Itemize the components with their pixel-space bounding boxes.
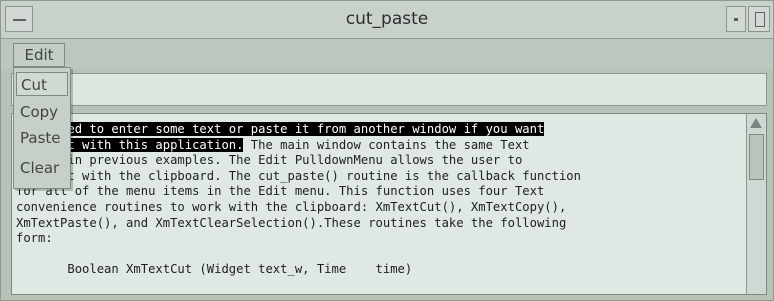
text-line: periment with this application. The main… <box>16 137 530 152</box>
menu-item-paste[interactable]: Paste <box>16 126 68 150</box>
text-selection: you need to enter some text or paste it … <box>16 122 545 136</box>
text-line: XmTextPaste(), and XmTextClearSelection(… <box>16 215 567 230</box>
text-area-content[interactable]: you need to enter some text or paste it … <box>16 122 744 278</box>
text-line: you need to enter some text or paste it … <box>16 122 744 138</box>
text-line: form: <box>16 231 53 246</box>
menu-item-clear[interactable]: Clear <box>16 156 68 180</box>
text-line: convenience routines to work with the cl… <box>16 199 567 214</box>
text-area[interactable]: you need to enter some text or paste it … <box>11 113 767 295</box>
edit-dropdown-menu: Cut Copy Paste Clear <box>13 67 71 189</box>
vertical-scrollbar[interactable] <box>746 114 766 294</box>
text-line <box>16 247 744 263</box>
menu-item-copy[interactable]: Copy <box>16 100 68 124</box>
maximize-button[interactable] <box>748 6 770 32</box>
scrollbar-thumb[interactable] <box>749 134 764 180</box>
menu-item-cut[interactable]: Cut <box>16 72 68 96</box>
window-title: cut_paste <box>345 9 429 29</box>
text-line: interact with the clipboard. The cut_pas… <box>16 168 581 183</box>
menu-edit[interactable]: Edit <box>13 43 65 67</box>
scroll-up-icon[interactable] <box>750 118 762 128</box>
text-field[interactable] <box>11 73 767 106</box>
text-line: s used in previous examples. The Edit Pu… <box>16 153 523 168</box>
text-line: Boolean XmTextCut (Widget text_w, Time t… <box>16 262 413 277</box>
menu-bar <box>1 39 773 69</box>
title-bar[interactable]: cut_paste <box>1 1 773 39</box>
text-line: for all of the menu items in the Edit me… <box>16 184 545 199</box>
minimize-button[interactable] <box>726 6 746 32</box>
app-window: cut_paste Edit you need to enter some te… <box>0 0 774 301</box>
menu-edit-label: Edit <box>24 46 54 64</box>
